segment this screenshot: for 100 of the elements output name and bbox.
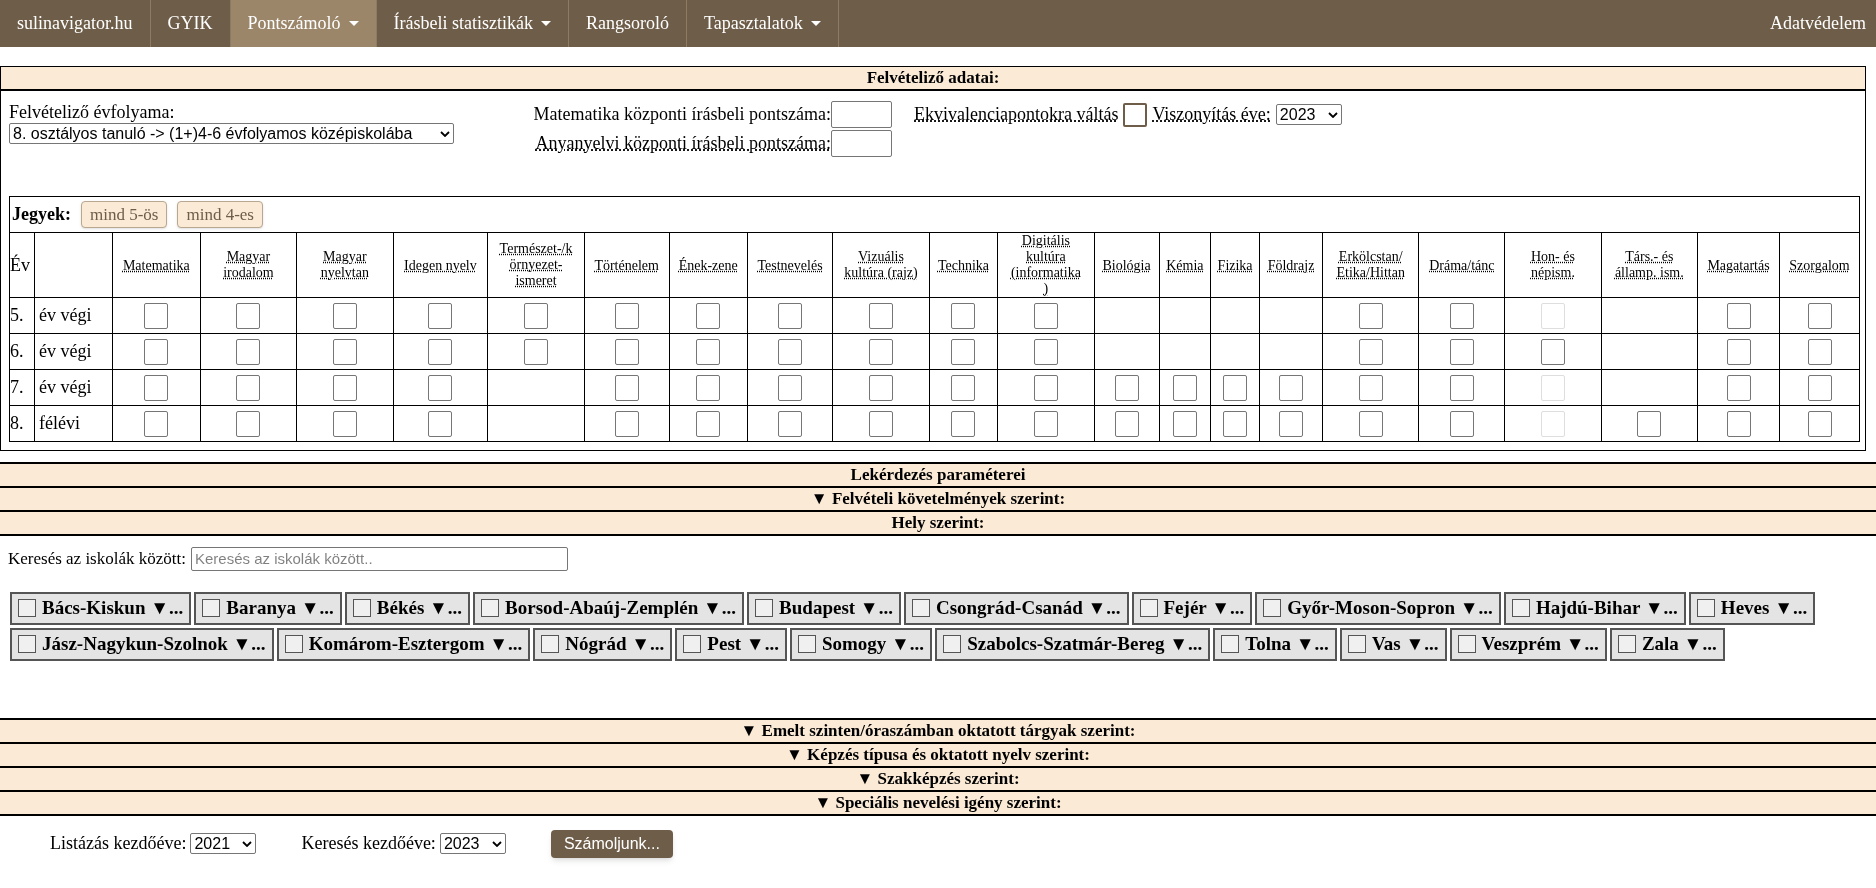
select-field[interactable]: 2021 <box>190 833 257 854</box>
grade-input[interactable] <box>1358 339 1383 366</box>
grade-input[interactable] <box>778 375 803 402</box>
input-field[interactable] <box>831 130 892 157</box>
grade-input[interactable] <box>1807 339 1832 366</box>
grade-input[interactable] <box>1726 339 1751 366</box>
select-field[interactable]: 2023 <box>439 833 506 854</box>
grade-input[interactable] <box>1449 375 1474 402</box>
grade-input[interactable] <box>428 339 453 366</box>
nav-link[interactable]: sulinavigator.hu <box>0 0 151 47</box>
grade-input[interactable] <box>1033 375 1058 402</box>
checkbox[interactable] <box>1696 599 1715 617</box>
checkbox[interactable] <box>1511 599 1530 617</box>
checkbox[interactable] <box>943 635 962 653</box>
nav-link[interactable]: Adatvédelem <box>1760 0 1876 47</box>
grade-input[interactable] <box>1033 411 1058 438</box>
county-button[interactable]: Pest ▼... <box>675 627 787 661</box>
county-button[interactable]: Borsod-Abaúj-Zemplén ▼... <box>473 591 745 625</box>
grade-input[interactable] <box>951 375 976 402</box>
fill-grades-button[interactable]: mind 4-es <box>177 201 263 228</box>
county-button[interactable]: Zala ▼... <box>1609 627 1725 661</box>
grade-input[interactable] <box>144 411 169 438</box>
grade-input[interactable] <box>1279 411 1303 438</box>
grade-input[interactable] <box>1449 411 1474 438</box>
checkbox[interactable] <box>352 599 371 617</box>
county-button[interactable]: Nógrád ▼... <box>533 627 673 661</box>
grade-input[interactable] <box>428 375 453 402</box>
county-button[interactable]: Budapest ▼... <box>747 591 901 625</box>
grade-input[interactable] <box>778 303 803 330</box>
grade-input[interactable] <box>332 411 357 438</box>
grade-input[interactable] <box>144 375 169 402</box>
county-button[interactable]: Somogy ▼... <box>789 627 933 661</box>
grade-input[interactable] <box>614 303 639 330</box>
grade-input[interactable] <box>696 303 721 330</box>
nav-link[interactable]: Írásbeli statisztikák <box>376 0 569 47</box>
grade-input[interactable] <box>1114 375 1139 402</box>
county-button[interactable]: Jász-Nagykun-Szolnok ▼... <box>10 627 274 661</box>
grade-input[interactable] <box>951 411 976 438</box>
county-button[interactable]: Hajdú-Bihar ▼... <box>1503 591 1686 625</box>
nav-link[interactable]: Tapasztalatok <box>686 0 839 47</box>
grade-input[interactable] <box>1223 411 1248 438</box>
county-button[interactable]: Heves ▼... <box>1688 591 1816 625</box>
input-field[interactable] <box>831 101 892 128</box>
select-field[interactable]: 2023 <box>1275 104 1342 125</box>
grade-input[interactable] <box>524 303 549 330</box>
grade-input[interactable] <box>614 411 639 438</box>
checkbox[interactable] <box>1263 599 1282 617</box>
grade-input[interactable] <box>1114 411 1139 438</box>
grade-input[interactable] <box>1358 375 1383 402</box>
county-button[interactable]: Vas ▼... <box>1339 627 1447 661</box>
grade-input[interactable] <box>1726 303 1751 330</box>
grade-input[interactable] <box>428 303 453 330</box>
grade-input[interactable] <box>236 303 261 330</box>
grade-input[interactable] <box>1540 339 1565 366</box>
checkbox[interactable] <box>683 635 702 653</box>
grade-input[interactable] <box>1358 411 1383 438</box>
grade-input[interactable] <box>1172 411 1197 438</box>
search-field[interactable]: Keresés az iskolák között.. <box>190 546 568 571</box>
checkbox[interactable] <box>911 599 930 617</box>
county-button[interactable]: Csongrád-Csanád ▼... <box>903 591 1129 625</box>
county-button[interactable]: Bács-Kiskun ▼... <box>10 591 192 625</box>
grade-input[interactable] <box>1807 303 1832 330</box>
checkbox[interactable] <box>284 635 303 653</box>
checkbox[interactable] <box>1617 635 1636 653</box>
fill-grades-button[interactable]: mind 5-ös <box>81 201 168 228</box>
grade-input[interactable] <box>869 303 893 330</box>
grade-input[interactable] <box>614 375 639 402</box>
grade-input[interactable] <box>1637 411 1662 438</box>
county-button[interactable]: Fejér ▼... <box>1131 591 1253 625</box>
checkbox[interactable] <box>1347 635 1366 653</box>
grade-input[interactable] <box>144 303 169 330</box>
nav-link[interactable]: Rangsoroló <box>568 0 687 47</box>
grade-input[interactable] <box>428 411 453 438</box>
grade-input[interactable] <box>696 375 721 402</box>
grade-input[interactable] <box>332 303 357 330</box>
grade-input[interactable] <box>1358 303 1383 330</box>
grade-input[interactable] <box>236 375 261 402</box>
grade-input[interactable] <box>144 339 169 366</box>
grade-input[interactable] <box>236 411 261 438</box>
checkbox[interactable] <box>1457 635 1476 653</box>
county-button[interactable]: Szabolcs-Szatmár-Bereg ▼... <box>935 627 1211 661</box>
grade-input[interactable] <box>1033 303 1058 330</box>
checkbox[interactable] <box>1221 635 1240 653</box>
grade-input[interactable] <box>1726 411 1751 438</box>
grade-input[interactable] <box>696 339 721 366</box>
checkbox[interactable] <box>1139 599 1158 617</box>
county-button[interactable]: Baranya ▼... <box>194 591 342 625</box>
county-button[interactable]: Győr-Moson-Sopron ▼... <box>1255 591 1501 625</box>
grade-input[interactable] <box>778 339 803 366</box>
grade-input[interactable] <box>951 339 976 366</box>
grade-input[interactable] <box>1279 375 1303 402</box>
checkbox[interactable] <box>1123 102 1148 127</box>
nav-link[interactable]: GYIK <box>150 0 231 47</box>
grade-input[interactable] <box>1807 375 1832 402</box>
checkbox[interactable] <box>541 635 560 653</box>
checkbox[interactable] <box>202 599 221 617</box>
county-button[interactable]: Békés ▼... <box>344 591 471 625</box>
grade-input[interactable] <box>1449 339 1474 366</box>
grade-input[interactable] <box>332 339 357 366</box>
county-button[interactable]: Veszprém ▼... <box>1449 627 1607 661</box>
